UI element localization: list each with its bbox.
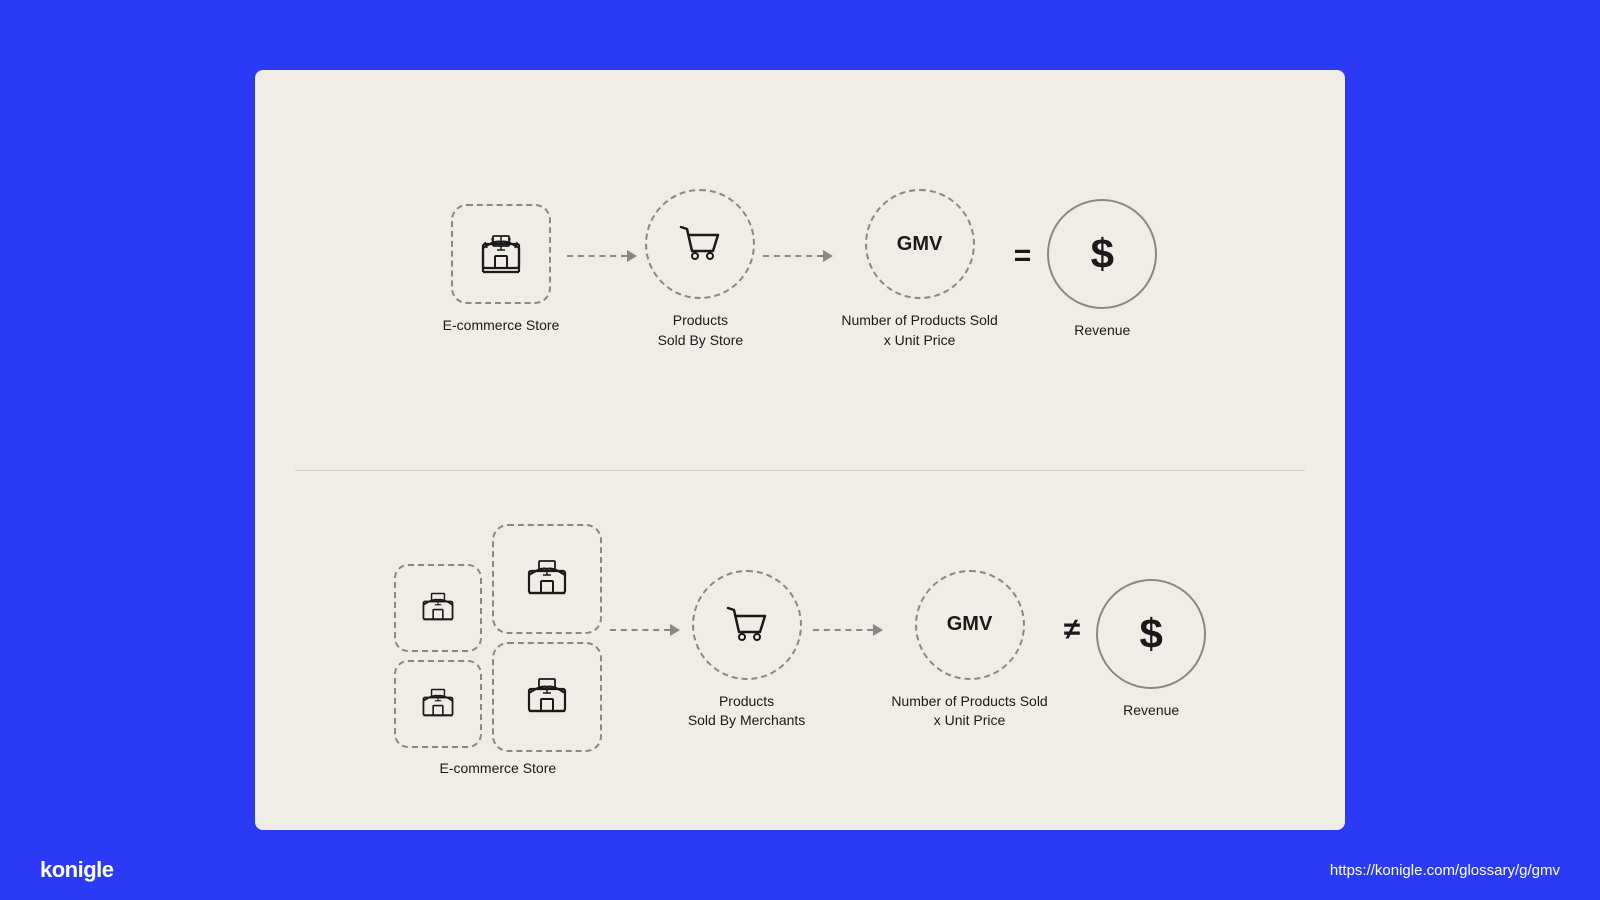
store-icon-b3 — [521, 553, 573, 605]
ecommerce-store-top: E-commerce Store — [443, 204, 560, 336]
footer-bar: konigle https://konigle.com/glossary/g/g… — [0, 840, 1600, 900]
equation-label-top: Number of Products Soldx Unit Price — [841, 311, 997, 350]
products-label-top: ProductsSold By Store — [658, 311, 744, 350]
top-flow-row: E-commerce Store Pr — [443, 189, 1158, 350]
cart-icon-top — [675, 219, 725, 269]
multi-store-group: E-commerce Store — [394, 524, 602, 776]
revenue-bottom: $ Revenue — [1096, 579, 1206, 721]
store-box-right-1 — [492, 524, 602, 634]
bottom-section: E-commerce Store Pr — [255, 471, 1345, 831]
footer-url: https://konigle.com/glossary/g/gmv — [1330, 862, 1560, 879]
products-merchants-bottom: ProductsSold By Merchants — [688, 570, 806, 731]
store-box-right-3 — [492, 642, 602, 752]
products-store-top: ProductsSold By Store — [645, 189, 755, 350]
top-section: E-commerce Store Pr — [255, 70, 1345, 470]
arrow-1-bottom — [610, 624, 680, 636]
gmv-bottom: GMV Number of Products Soldx Unit Price — [891, 570, 1047, 731]
revenue-circle-bottom: $ — [1096, 579, 1206, 689]
revenue-circle-top: $ — [1047, 199, 1157, 309]
cart-circle-bottom — [692, 570, 802, 680]
store-box-top — [451, 204, 551, 304]
brand-name: konigle — [40, 857, 114, 883]
not-equals-sign: ≠ — [1064, 613, 1080, 647]
dollar-icon-top: $ — [1091, 230, 1114, 278]
store-icon-b2 — [417, 683, 459, 725]
stores-right-col — [492, 524, 602, 752]
revenue-label-bottom: Revenue — [1123, 701, 1179, 721]
dollar-icon-bottom: $ — [1140, 610, 1163, 658]
stores-left-col — [394, 564, 482, 748]
stores-arrangement — [394, 524, 602, 752]
gmv-label-bottom: GMV — [947, 613, 993, 636]
cart-circle-top — [645, 189, 755, 299]
equation-label-bottom: Number of Products Soldx Unit Price — [891, 692, 1047, 731]
store-label-top: E-commerce Store — [443, 316, 560, 336]
store-box-left-1 — [394, 564, 482, 652]
store-box-left-2 — [394, 660, 482, 748]
store-icon-b5 — [521, 671, 573, 723]
store-icon-top — [475, 228, 527, 280]
gmv-circle-top: GMV — [865, 189, 975, 299]
main-card: E-commerce Store Pr — [255, 70, 1345, 830]
arrow-2-top — [763, 250, 833, 262]
arrow-2-bottom — [813, 624, 883, 636]
revenue-top: $ Revenue — [1047, 199, 1157, 341]
store-label-bottom: E-commerce Store — [439, 760, 556, 776]
bottom-flow-row: E-commerce Store Pr — [394, 524, 1206, 776]
gmv-top: GMV Number of Products Soldx Unit Price — [841, 189, 997, 350]
cart-icon-bottom — [722, 600, 772, 650]
equals-sign-top: = — [1014, 239, 1032, 273]
revenue-label-top: Revenue — [1074, 321, 1130, 341]
arrow-1-top — [567, 250, 637, 262]
gmv-circle-bottom: GMV — [915, 570, 1025, 680]
products-label-bottom: ProductsSold By Merchants — [688, 692, 806, 731]
gmv-label-top: GMV — [897, 233, 943, 256]
store-icon-b1 — [417, 587, 459, 629]
